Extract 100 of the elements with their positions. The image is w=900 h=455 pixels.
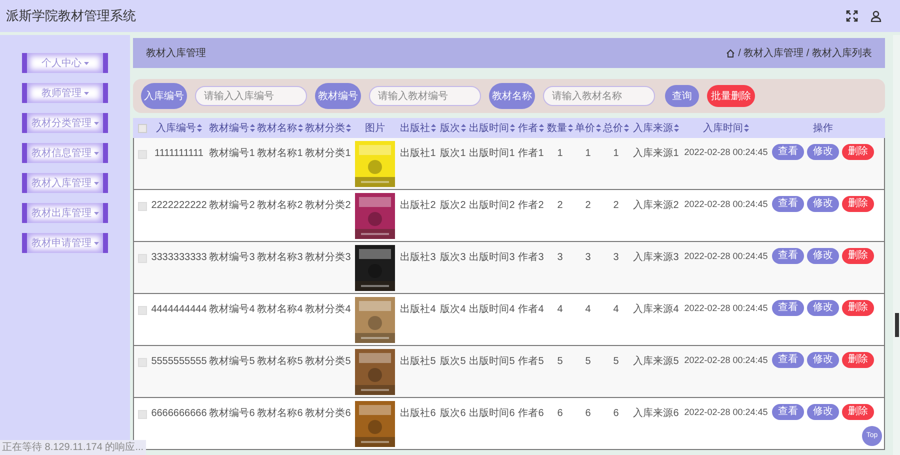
sort-icon[interactable] bbox=[197, 124, 202, 132]
app-title: 派斯学院教材管理系统 bbox=[6, 7, 136, 26]
sidebar-menu-button[interactable]: 教材出库管理 bbox=[22, 203, 108, 223]
table-cell-text: 教材编号6 bbox=[209, 406, 255, 421]
sidebar-menu-button[interactable]: 教材信息管理 bbox=[22, 143, 108, 163]
sort-icon[interactable] bbox=[596, 124, 601, 132]
column-header: 入库时间 bbox=[703, 122, 743, 136]
checkbox[interactable] bbox=[138, 202, 146, 211]
breadcrumb: / 教材入库管理 / 教材入库列表 bbox=[738, 46, 872, 60]
table-cell-text: 3 bbox=[557, 251, 563, 265]
table-cell-text: 2022-02-28 00:24:45 bbox=[684, 198, 768, 211]
table-cell-text: 2022-02-28 00:24:45 bbox=[684, 250, 768, 263]
delete-button[interactable]: 删除 bbox=[842, 144, 874, 160]
table-cell-text: 出版时间6 bbox=[469, 406, 515, 421]
table-cell-text: 教材分类1 bbox=[305, 146, 351, 161]
edit-button[interactable]: 修改 bbox=[807, 248, 839, 264]
sort-icon[interactable] bbox=[250, 124, 255, 132]
table-cell-text: 3 bbox=[585, 251, 591, 265]
caret-icon bbox=[94, 122, 98, 124]
view-button[interactable]: 查看 bbox=[772, 404, 804, 420]
batch-delete-button[interactable]: 批量删除 bbox=[707, 85, 755, 107]
caret-icon bbox=[94, 242, 98, 244]
sidebar-menu-button[interactable]: 个人中心 bbox=[22, 53, 108, 73]
table-cell-text: 出版社6 bbox=[400, 406, 436, 421]
table-cell-text: 版次6 bbox=[440, 407, 466, 421]
checkbox[interactable] bbox=[138, 358, 146, 367]
table-cell-text: 作者5 bbox=[518, 354, 544, 369]
checkbox[interactable] bbox=[138, 150, 146, 159]
sort-icon[interactable] bbox=[298, 124, 303, 132]
checkbox[interactable] bbox=[138, 410, 146, 419]
table-cell-text: 出版社1 bbox=[400, 146, 436, 161]
table-cell-text: 教材编号2 bbox=[209, 198, 255, 213]
table-cell-text: 2 bbox=[557, 199, 563, 213]
table-cell-text: 教材编号4 bbox=[209, 302, 255, 317]
sidebar-menu-button[interactable]: 教材入库管理 bbox=[22, 173, 108, 193]
sort-icon[interactable] bbox=[510, 124, 515, 132]
delete-button[interactable]: 删除 bbox=[842, 248, 874, 264]
caret-icon bbox=[94, 182, 98, 184]
delete-button[interactable]: 删除 bbox=[842, 196, 874, 212]
table-cell-text: 版次3 bbox=[440, 251, 466, 265]
table-cell-text: 4444444444 bbox=[151, 303, 207, 317]
column-header: 教材分类 bbox=[305, 122, 345, 136]
sort-icon[interactable] bbox=[346, 124, 351, 132]
edit-button[interactable]: 修改 bbox=[807, 144, 839, 160]
column-header: 出版社 bbox=[400, 122, 430, 136]
view-button[interactable]: 查看 bbox=[772, 248, 804, 264]
column-header: 图片 bbox=[365, 122, 385, 136]
column-header: 操作 bbox=[813, 122, 833, 136]
edit-button[interactable]: 修改 bbox=[807, 404, 839, 420]
search-field[interactable]: 请输入教材名称 bbox=[543, 86, 655, 106]
sort-icon[interactable] bbox=[568, 124, 573, 132]
table-cell-text: 作者6 bbox=[518, 406, 544, 421]
view-button[interactable]: 查看 bbox=[772, 196, 804, 212]
table-cell-text: 入库来源2 bbox=[633, 198, 679, 213]
checkbox[interactable] bbox=[138, 254, 146, 263]
sidebar-menu-button[interactable]: 教师管理 bbox=[22, 83, 108, 103]
table-cell-text: 教材名称2 bbox=[257, 198, 303, 213]
checkbox[interactable] bbox=[138, 306, 146, 315]
table-cell-text: 教材分类3 bbox=[305, 250, 351, 265]
sort-icon[interactable] bbox=[461, 124, 466, 132]
search-field[interactable]: 请输入教材编号 bbox=[369, 86, 481, 106]
table-cell-text: 版次5 bbox=[440, 355, 466, 369]
table-cell-text: 6666666666 bbox=[151, 407, 207, 421]
column-header: 入库来源 bbox=[633, 122, 673, 136]
edit-button[interactable]: 修改 bbox=[807, 196, 839, 212]
edit-button[interactable]: 修改 bbox=[807, 300, 839, 316]
caret-icon bbox=[84, 62, 88, 64]
table-cell-text: 教材名称6 bbox=[257, 406, 303, 421]
sidebar-menu-button[interactable]: 教材分类管理 bbox=[22, 113, 108, 133]
table-cell-text: 作者2 bbox=[518, 198, 544, 213]
table-cell-text: 作者4 bbox=[518, 302, 544, 317]
sort-icon[interactable] bbox=[539, 124, 544, 132]
sidebar-menu-button[interactable]: 教材申请管理 bbox=[22, 233, 108, 253]
table-cell-text: 出版时间5 bbox=[469, 354, 515, 369]
checkbox[interactable] bbox=[138, 124, 146, 132]
sort-icon[interactable] bbox=[674, 124, 679, 132]
sort-icon[interactable] bbox=[624, 124, 629, 132]
scrollbar-thumb[interactable] bbox=[895, 313, 899, 337]
table-cell-text: 4 bbox=[613, 303, 619, 317]
delete-button[interactable]: 删除 bbox=[842, 352, 874, 368]
sort-icon[interactable] bbox=[431, 124, 436, 132]
search-field[interactable]: 请输入入库编号 bbox=[195, 86, 307, 106]
table-cell-text: 教材名称4 bbox=[257, 302, 303, 317]
table-cell-text: 5 bbox=[613, 355, 619, 369]
table-cell-text: 作者1 bbox=[518, 146, 544, 161]
edit-button[interactable]: 修改 bbox=[807, 352, 839, 368]
user-icon[interactable] bbox=[870, 10, 882, 22]
table-cell-text: 出版社3 bbox=[400, 250, 436, 265]
query-button[interactable]: 查询 bbox=[665, 85, 699, 107]
column-header: 入库编号 bbox=[156, 122, 196, 136]
delete-button[interactable]: 删除 bbox=[842, 300, 874, 316]
delete-button[interactable]: 删除 bbox=[842, 404, 874, 420]
search-label: 入库编号 bbox=[141, 83, 187, 109]
sort-icon[interactable] bbox=[744, 124, 749, 132]
view-button[interactable]: 查看 bbox=[772, 352, 804, 368]
view-button[interactable]: 查看 bbox=[772, 300, 804, 316]
home-icon[interactable] bbox=[726, 48, 736, 58]
fullscreen-icon[interactable] bbox=[846, 10, 858, 22]
scrollbar[interactable] bbox=[893, 35, 900, 455]
view-button[interactable]: 查看 bbox=[772, 144, 804, 160]
